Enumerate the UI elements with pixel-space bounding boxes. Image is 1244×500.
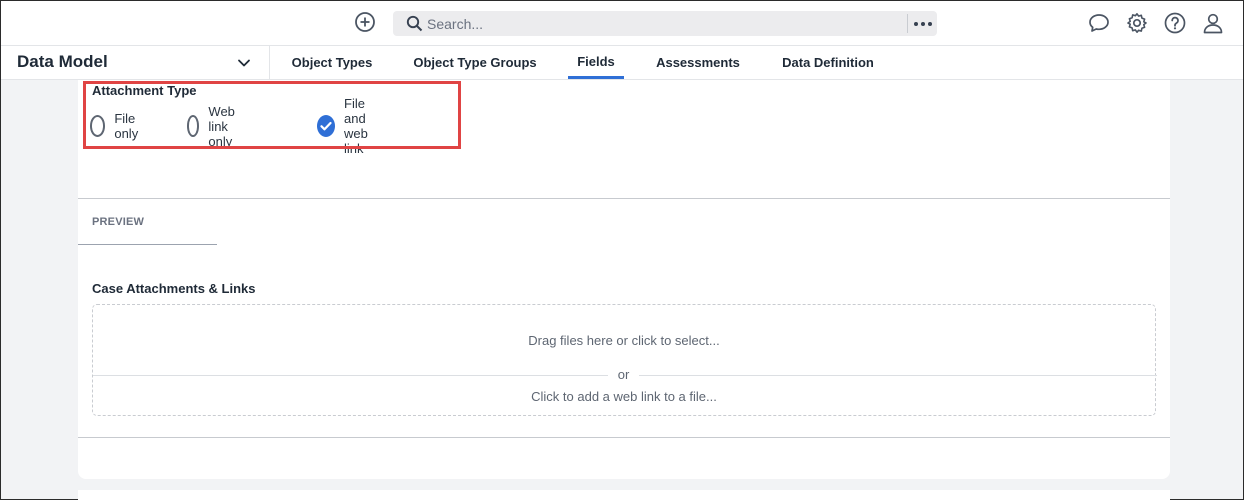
help-button[interactable] (1163, 11, 1187, 35)
or-divider-left (93, 375, 608, 376)
section-divider-bottom (78, 437, 1170, 438)
search-divider (907, 14, 908, 33)
profile-button[interactable] (1201, 11, 1225, 35)
add-web-link-area[interactable]: Click to add a web link to a file... (93, 377, 1155, 415)
section-divider (78, 198, 1170, 199)
gear-icon (1127, 13, 1147, 33)
add-button[interactable] (353, 10, 377, 34)
chat-icon (1089, 14, 1109, 32)
radio-label: Web link only (208, 103, 235, 149)
tab-assessments[interactable]: Assessments (650, 46, 746, 79)
search-options-button[interactable] (909, 11, 937, 36)
search-input[interactable] (427, 13, 897, 34)
next-card-edge (78, 490, 1170, 500)
search-icon (406, 15, 423, 32)
radio-file-and-web-link[interactable]: File and web link (317, 96, 372, 156)
top-bar (1, 1, 1243, 46)
radio-circle-checked[interactable] (317, 115, 335, 137)
case-attachments-title: Case Attachments & Links (92, 281, 256, 296)
checkmark-icon (320, 121, 332, 131)
chevron-down-icon (238, 59, 250, 67)
radio-file-only[interactable]: File only (90, 111, 145, 141)
radio-circle[interactable] (187, 115, 200, 137)
tab-object-types[interactable]: Object Types (282, 46, 382, 79)
user-icon (1203, 13, 1223, 34)
settings-button[interactable] (1125, 11, 1149, 35)
module-nav: Data Model Object Types Object Type Grou… (1, 46, 1243, 80)
top-right-actions (1087, 11, 1225, 35)
messages-button[interactable] (1087, 11, 1111, 35)
module-selector[interactable]: Data Model (1, 46, 270, 79)
or-divider-right (639, 375, 1157, 376)
tab-object-type-groups[interactable]: Object Type Groups (406, 46, 544, 79)
add-circle-icon (355, 12, 375, 32)
help-icon (1164, 12, 1186, 34)
more-horizontal-icon (914, 21, 932, 26)
radio-label: File only (114, 111, 139, 141)
radio-label: File and web link (344, 96, 368, 156)
preview-label: PREVIEW (92, 216, 145, 228)
tab-fields[interactable]: Fields (568, 46, 624, 79)
preview-underline (78, 244, 217, 245)
module-title: Data Model (17, 52, 108, 71)
radio-circle[interactable] (90, 115, 106, 137)
radio-web-link-only[interactable]: Web link only (187, 104, 245, 149)
tab-data-definition[interactable]: Data Definition (774, 46, 882, 79)
drag-files-area[interactable]: Drag files here or click to select... (93, 305, 1155, 375)
global-search[interactable] (393, 11, 937, 36)
attachment-dropzone: Drag files here or click to select... or… (92, 304, 1157, 416)
field-settings-card: Attachment Type File only Web link only … (78, 80, 1170, 479)
attachment-type-title: Attachment Type (92, 83, 197, 98)
